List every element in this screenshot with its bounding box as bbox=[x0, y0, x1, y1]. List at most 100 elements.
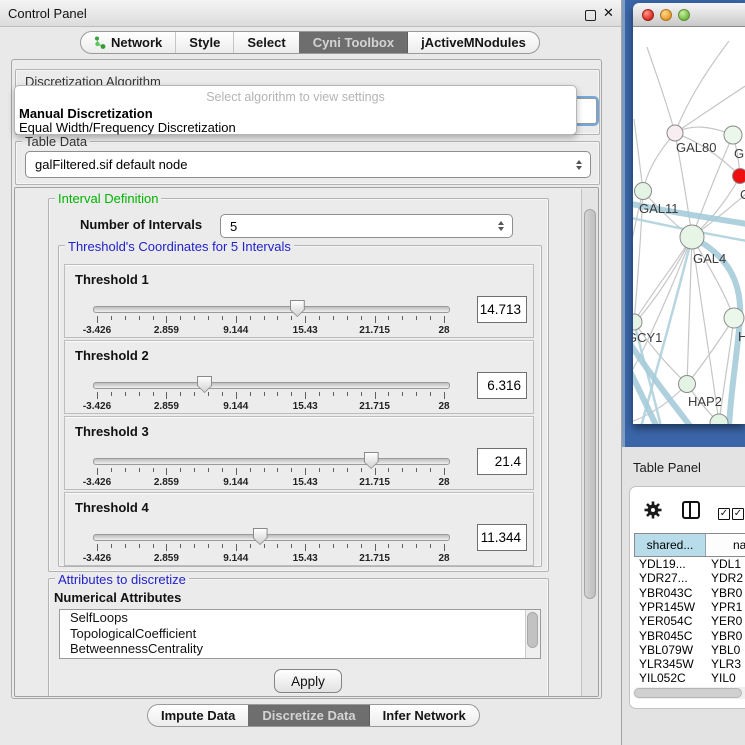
slider-thumb[interactable] bbox=[290, 300, 305, 317]
cell-name: YDL1 bbox=[705, 557, 745, 571]
table-row[interactable]: YBR045CYBR0 bbox=[634, 629, 745, 643]
slider-tick bbox=[250, 392, 251, 396]
slider-tick bbox=[444, 316, 445, 323]
network-edge[interactable] bbox=[634, 237, 692, 322]
list-scrollbar[interactable] bbox=[525, 610, 540, 658]
float-icon[interactable] bbox=[585, 10, 596, 21]
slider-tick bbox=[194, 468, 195, 472]
network-node[interactable] bbox=[667, 125, 683, 141]
zoom-window-icon[interactable] bbox=[678, 9, 690, 21]
slider-tick bbox=[402, 392, 403, 396]
network-node[interactable] bbox=[710, 414, 728, 424]
algorithm-option-equal-width-frequency-discretization[interactable]: Equal Width/Frequency Discretization bbox=[19, 120, 236, 135]
network-node[interactable] bbox=[679, 376, 696, 393]
slider-track[interactable] bbox=[93, 306, 450, 313]
table-data-combobox[interactable]: galFiltered.sif default node bbox=[25, 151, 591, 178]
slider-tick bbox=[291, 544, 292, 548]
list-scrollbar-thumb[interactable] bbox=[527, 612, 538, 648]
network-canvas[interactable]: GAL80G.GAL11GAL4GCY1HHAP2C bbox=[633, 27, 745, 424]
attribute-item-topologicalcoefficient[interactable]: TopologicalCoefficient bbox=[60, 626, 540, 642]
cell-shared-name: YIL052C bbox=[634, 671, 705, 682]
panel-scrollbar[interactable] bbox=[581, 189, 598, 696]
slider-tick bbox=[402, 316, 403, 320]
checkbox-icon[interactable]: ✓ bbox=[732, 508, 744, 520]
slider-track[interactable] bbox=[93, 534, 450, 541]
tab-style[interactable]: Style bbox=[175, 32, 233, 53]
network-node[interactable] bbox=[724, 308, 744, 328]
threshold-value-field[interactable]: 11.344 bbox=[477, 524, 527, 551]
table-horizontal-scrollbar[interactable] bbox=[633, 687, 745, 699]
apply-button[interactable]: Apply bbox=[274, 669, 342, 693]
tab-select[interactable]: Select bbox=[233, 32, 298, 53]
network-node[interactable] bbox=[733, 169, 745, 184]
num-intervals-combobox[interactable]: 5 bbox=[220, 214, 513, 238]
minimize-window-icon[interactable] bbox=[660, 9, 672, 21]
number-of-intervals-label: Number of Intervals bbox=[80, 217, 202, 232]
network-edge[interactable] bbox=[687, 237, 692, 384]
slider-track[interactable] bbox=[93, 382, 450, 389]
slider-tick bbox=[375, 392, 376, 399]
numerical-attributes-list[interactable]: SelfLoopsTopologicalCoefficientBetweenne… bbox=[59, 609, 541, 659]
tab-jactivemnodules[interactable]: jActiveMNodules bbox=[407, 32, 539, 53]
slider-tick bbox=[319, 316, 320, 320]
cell-name: YDR2 bbox=[705, 571, 745, 585]
tab-discretize-data[interactable]: Discretize Data bbox=[248, 705, 368, 726]
column-header-na[interactable]: na bbox=[706, 534, 745, 556]
network-edge[interactable] bbox=[643, 133, 675, 191]
slider-thumb[interactable] bbox=[364, 452, 379, 469]
table-row[interactable]: YLR345WYLR3 bbox=[634, 657, 745, 671]
tab-network[interactable]: Network bbox=[81, 32, 175, 53]
network-edge[interactable] bbox=[675, 41, 729, 133]
table-row[interactable]: YDL19...YDL1 bbox=[634, 557, 745, 571]
table-row[interactable]: YBL079WYBL0 bbox=[634, 643, 745, 657]
slider-tick bbox=[444, 468, 445, 475]
threshold-value-field[interactable]: 6.316 bbox=[477, 372, 527, 399]
slider-tick bbox=[194, 392, 195, 396]
slider-thumb[interactable] bbox=[197, 376, 212, 393]
network-node[interactable] bbox=[680, 225, 704, 249]
network-edge[interactable] bbox=[647, 47, 675, 133]
attribute-item-betweennesscentrality[interactable]: BetweennessCentrality bbox=[60, 641, 540, 657]
table-row[interactable]: YER054CYER0 bbox=[634, 614, 745, 628]
slider-tick bbox=[236, 316, 237, 323]
slider-tick bbox=[361, 544, 362, 548]
gear-icon[interactable] bbox=[644, 501, 662, 519]
threshold-value-field[interactable]: 21.4 bbox=[477, 448, 527, 475]
cell-name: YER0 bbox=[705, 614, 745, 628]
network-node[interactable] bbox=[724, 126, 742, 144]
checkbox-icon[interactable]: ✓ bbox=[718, 508, 730, 520]
table-row[interactable]: YPR145WYPR1 bbox=[634, 600, 745, 614]
slider-track[interactable] bbox=[93, 458, 450, 465]
slider-tick bbox=[333, 544, 334, 548]
attribute-item-selfloops[interactable]: SelfLoops bbox=[60, 610, 540, 626]
algorithm-option-manual-discretization[interactable]: Manual Discretization bbox=[19, 106, 153, 121]
slider-tick bbox=[153, 316, 154, 320]
slider-thumb[interactable] bbox=[253, 528, 268, 545]
split-columns-icon[interactable] bbox=[682, 501, 700, 519]
column-header-shared[interactable]: shared... bbox=[635, 534, 706, 556]
slider-tick bbox=[139, 392, 140, 396]
table-scrollbar-thumb[interactable] bbox=[634, 688, 742, 698]
top-tab-bar: NetworkStyleSelect Cyni Toolbox jActiveMNo… bbox=[80, 31, 540, 54]
table-row[interactable]: YIL052CYIL0 bbox=[634, 671, 745, 682]
table-row[interactable]: YBR043CYBR0 bbox=[634, 586, 745, 600]
tab-impute-data[interactable]: Impute Data bbox=[148, 705, 248, 726]
slider-tick-label: 15.43 bbox=[293, 401, 318, 412]
network-edge[interactable] bbox=[634, 119, 643, 191]
slider-tick bbox=[277, 468, 278, 472]
tab-label: Cyni Toolbox bbox=[313, 35, 394, 50]
threshold-value-field[interactable]: 14.713 bbox=[477, 296, 527, 323]
panel-scrollbar-thumb[interactable] bbox=[584, 209, 596, 599]
network-view-window: GAL80G.GAL11GAL4GCY1HHAP2C bbox=[633, 3, 745, 424]
tab-infer-network[interactable]: Infer Network bbox=[369, 705, 479, 726]
close-window-icon[interactable] bbox=[642, 9, 654, 21]
table-row[interactable]: YDR27...YDR2 bbox=[634, 571, 745, 585]
table-data-value: galFiltered.sif default node bbox=[35, 157, 187, 172]
close-icon[interactable]: ✕ bbox=[603, 5, 614, 21]
network-node[interactable] bbox=[635, 183, 652, 200]
network-edge[interactable] bbox=[687, 318, 734, 384]
slider-tick bbox=[222, 392, 223, 396]
tab-cyni-toolbox[interactable]: Cyni Toolbox bbox=[299, 32, 407, 53]
slider-tick bbox=[319, 468, 320, 472]
table-data-label: Table Data bbox=[22, 135, 90, 148]
